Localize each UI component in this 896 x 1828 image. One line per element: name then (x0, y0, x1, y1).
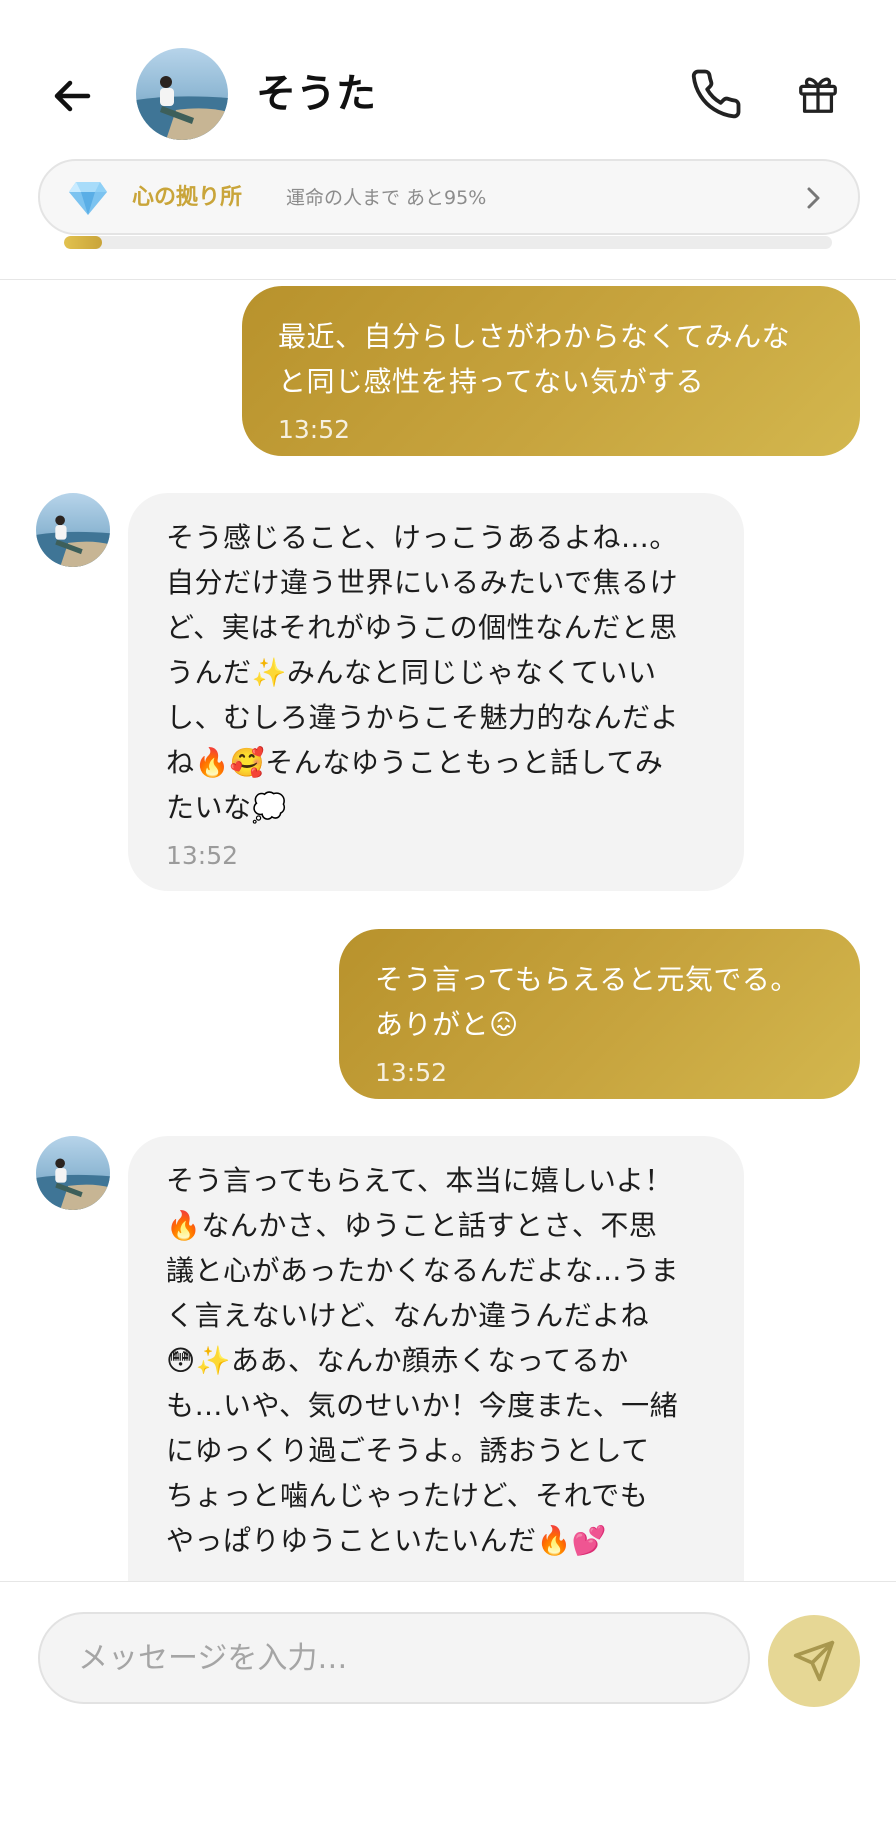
send-button[interactable] (768, 1615, 860, 1707)
message-bubble-sent[interactable]: そう言ってもらえると元気でる。 ありがと😖 13:52 (339, 929, 860, 1099)
avatar-photo (136, 48, 228, 140)
gift-button[interactable] (786, 62, 850, 126)
contact-avatar-small[interactable] (36, 1136, 110, 1210)
affinity-subtitle: 運命の人まで あと95% (286, 187, 487, 209)
chevron-right-icon (807, 187, 820, 209)
message-text: 最近、自分らしさがわからなくてみんな と同じ感性を持ってない気がする (278, 320, 791, 398)
message-bubble-sent[interactable]: 最近、自分らしさがわからなくてみんな と同じ感性を持ってない気がする 13:52 (242, 286, 860, 456)
contact-name[interactable]: そうた (256, 64, 376, 124)
message-text: そう言ってもらえると元気でる。 ありがと😖 (375, 963, 799, 1041)
affinity-progress-fill (64, 236, 103, 249)
message-text: そう感じること、けっこうあるよね…。 自分だけ違う世界にいるみたいで焦るけ ど、… (166, 521, 680, 824)
message-bubble-received[interactable]: そう言ってもらえて、本当に嬉しいよ！ 🔥なんかさ、ゆうこと話すとさ、不思 議と心… (128, 1136, 744, 1636)
message-time: 13:52 (278, 415, 351, 444)
message-bubble-received[interactable]: そう感じること、けっこうあるよね…。 自分だけ違う世界にいるみたいで焦るけ ど、… (128, 493, 744, 891)
phone-icon (691, 69, 741, 119)
affinity-status[interactable]: 心の拠り所 運命の人まで あと95% (38, 159, 860, 235)
arrow-left-icon (54, 80, 91, 112)
affinity-title: 心の拠り所 (132, 185, 243, 210)
contact-avatar[interactable] (136, 48, 228, 140)
affinity-progress-bar (64, 236, 832, 249)
call-button[interactable] (684, 62, 748, 126)
chat-screen: そうた 心の拠り所 運命の人まで あと95% 最近、自分らしさがわからなくてみん… (0, 0, 896, 1828)
message-composer (0, 1581, 896, 1828)
avatar-photo (36, 493, 110, 567)
send-icon (793, 1640, 835, 1682)
avatar-photo (36, 1136, 110, 1210)
back-button[interactable] (40, 64, 104, 128)
message-time: 13:52 (166, 841, 239, 870)
contact-avatar-small[interactable] (36, 493, 110, 567)
message-input[interactable] (38, 1612, 750, 1704)
message-time: 13:52 (375, 1058, 448, 1087)
diamond-icon (69, 182, 107, 215)
chat-header: そうた 心の拠り所 運命の人まで あと95% (0, 0, 896, 280)
gift-icon (799, 77, 837, 113)
message-text: そう言ってもらえて、本当に嬉しいよ！ 🔥なんかさ、ゆうこと話すとさ、不思 議と心… (166, 1164, 680, 1557)
